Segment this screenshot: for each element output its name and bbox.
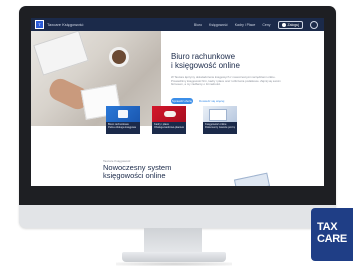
laptop-illustration [233, 172, 271, 186]
hero-secondary-link[interactable]: Dowiedz się więcej [199, 98, 225, 104]
login-label: Zaloguj [287, 22, 299, 27]
top-navbar: T Taxcare Księgowość Biuro Księgowość Ka… [31, 18, 324, 31]
card-image [203, 106, 237, 122]
card-image [106, 106, 140, 122]
card-caption: Kadry i płace Obsługa kadrowo-płacowa [152, 122, 186, 134]
hero-image [31, 31, 161, 126]
hero-title: Biuro rachunkowe i księgowość online [171, 52, 240, 70]
coffee-cup-shape [109, 47, 129, 67]
taxcare-logo-badge: TAX CARE [311, 208, 353, 261]
card-caption: Księgowość online Dokumenty zawsze pod r… [203, 122, 237, 134]
nav-link-kadry[interactable]: Kadry i Płace [235, 23, 256, 27]
login-button[interactable]: Zaloguj [277, 20, 303, 29]
document-icon [118, 110, 128, 118]
screen-icon [209, 109, 227, 121]
card-text: Dokumenty zawsze pod ręką [205, 126, 235, 130]
card-text: Pełna obsługa księgowa [108, 126, 136, 130]
monitor-stand-neck [144, 228, 202, 254]
card-image [152, 106, 186, 122]
service-card-1[interactable]: Biuro rachunkowe Pełna obsługa księgowa [106, 106, 140, 134]
service-card-3[interactable]: Księgowość online Dokumenty zawsze pod r… [203, 106, 237, 134]
website-screen: T Taxcare Księgowość Biuro Księgowość Ka… [31, 18, 324, 186]
hero-primary-button[interactable]: Sprawdź ofertę [171, 98, 193, 104]
service-card-2[interactable]: Kadry i płace Obsługa kadrowo-płacowa [152, 106, 186, 134]
stand-shadow [116, 262, 232, 266]
site-brand[interactable]: Taxcare Księgowość [47, 22, 83, 27]
user-icon [281, 22, 286, 27]
nav-links: Biuro Księgowość Kadry i Płace Ceny Zalo… [194, 18, 318, 31]
site-logo-icon[interactable]: T [35, 20, 44, 29]
section-title: Nowoczesny system księgowości online [103, 163, 172, 180]
nav-link-biuro[interactable]: Biuro [194, 23, 202, 27]
globe-icon[interactable] [310, 20, 318, 29]
card-text: Obsługa kadrowo-płacowa [154, 126, 184, 130]
nav-link-ceny[interactable]: Ceny [262, 23, 270, 27]
laptop-shape [33, 31, 89, 76]
nav-link-ksiegowosc[interactable]: Księgowość [209, 23, 228, 27]
monitor-stand-base [122, 252, 226, 262]
card-caption: Biuro rachunkowe Pełna obsługa księgowa [106, 122, 140, 134]
monitor-chin [19, 205, 336, 228]
taxcare-logo-text: TAX CARE [317, 221, 347, 245]
cup-icon [164, 111, 176, 117]
hero-description: W Taxcare łączymy doświadczenie księgowy… [171, 75, 281, 87]
